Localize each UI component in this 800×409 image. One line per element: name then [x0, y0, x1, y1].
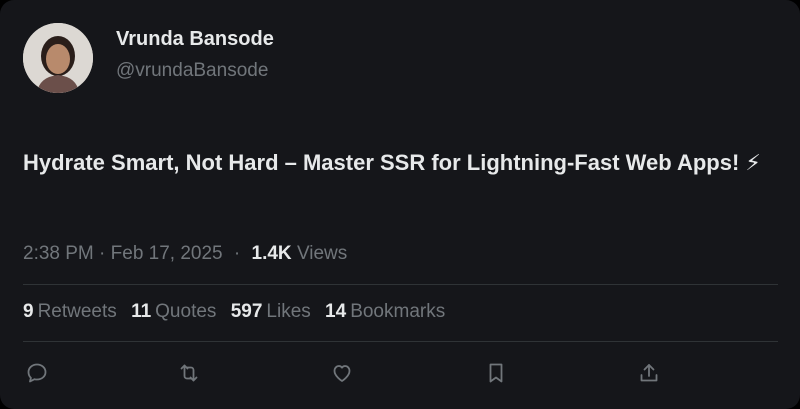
- divider-top: [23, 284, 778, 285]
- author-avatar[interactable]: [23, 23, 93, 93]
- profile-photo-icon: [23, 23, 93, 93]
- likes-stat[interactable]: 597 Likes: [231, 301, 311, 323]
- bookmark-icon: [489, 363, 503, 383]
- tweet-card: Vrunda Bansode @vrundaBansode Hydrate Sm…: [0, 0, 800, 409]
- share-icon: [640, 364, 658, 382]
- author-handle[interactable]: @vrundaBansode: [116, 60, 268, 82]
- like-icon: [333, 365, 351, 382]
- views-count: 1.4K: [251, 243, 292, 264]
- bookmark-button[interactable]: [483, 360, 509, 386]
- tweet-meta: 2:38 PM · Feb 17, 2025 · 1.4K Views: [23, 243, 347, 265]
- engagement-stats: 9 Retweets 11 Quotes 597 Likes 14 Bookmarks: [23, 301, 454, 323]
- bookmarks-stat[interactable]: 14 Bookmarks: [325, 301, 445, 323]
- tweet-timestamp[interactable]: 2:38 PM · Feb 17, 2025: [23, 243, 223, 264]
- author-display-name[interactable]: Vrunda Bansode: [116, 28, 274, 51]
- views-label: Views: [296, 243, 348, 264]
- reply-icon: [27, 363, 47, 383]
- reply-button[interactable]: [24, 360, 50, 386]
- retweets-stat[interactable]: 9 Retweets: [23, 301, 117, 323]
- tweet-text: Hydrate Smart, Not Hard – Master SSR for…: [23, 150, 761, 175]
- quotes-stat[interactable]: 11 Quotes: [131, 301, 216, 323]
- meta-separator: ·: [233, 243, 241, 264]
- retweet-icon: [180, 364, 198, 382]
- like-button[interactable]: [329, 360, 355, 386]
- retweet-button[interactable]: [176, 360, 202, 386]
- divider-bottom: [23, 341, 778, 342]
- share-button[interactable]: [636, 360, 662, 386]
